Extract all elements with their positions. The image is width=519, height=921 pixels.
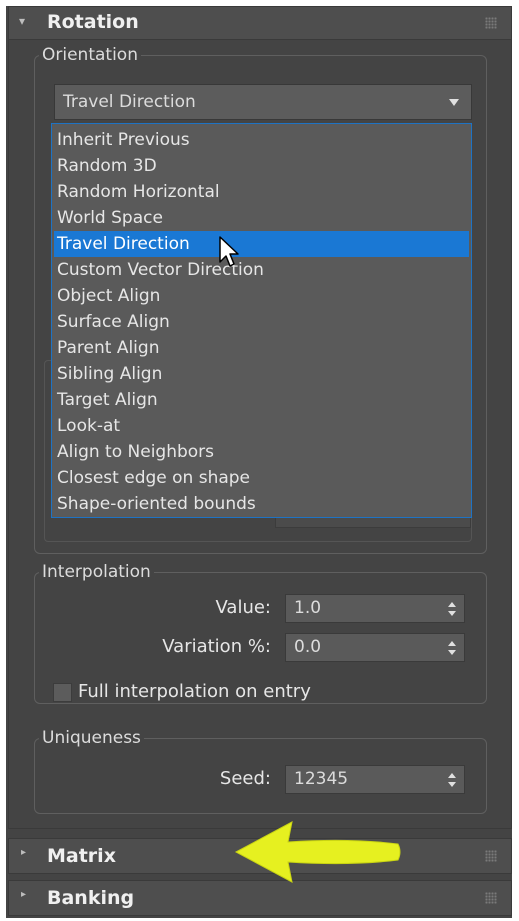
expand-triangle-icon: ▸: [21, 847, 27, 858]
value-input[interactable]: 1.0: [294, 598, 321, 618]
orientation-option[interactable]: Shape-oriented bounds: [54, 491, 469, 517]
seed-input[interactable]: 12345: [294, 769, 348, 789]
variation-spinner[interactable]: 0.0: [285, 633, 465, 662]
rotation-rollout-header[interactable]: ▾ Rotation: [8, 6, 512, 40]
full-interpolation-label[interactable]: Full interpolation on entry: [78, 681, 311, 702]
expand-triangle-icon: ▸: [21, 889, 27, 900]
mouse-cursor-icon: [219, 236, 239, 267]
banking-rollout-title: Banking: [47, 887, 135, 909]
value-label: Value:: [215, 597, 272, 618]
spinner-arrows-icon[interactable]: [448, 602, 456, 616]
dropdown-arrow-icon[interactable]: [449, 99, 459, 106]
orientation-dropdown-list[interactable]: Inherit Previous Random 3D Random Horizo…: [51, 123, 472, 518]
seed-spinner[interactable]: 12345: [285, 765, 465, 794]
grip-icon[interactable]: [485, 17, 497, 29]
orientation-option[interactable]: Closest edge on shape: [54, 465, 469, 491]
uniqueness-group-label: Uniqueness: [39, 728, 144, 748]
grip-icon[interactable]: [485, 850, 497, 862]
orientation-option[interactable]: Custom Vector Direction: [54, 257, 469, 283]
orientation-option[interactable]: Target Align: [54, 387, 469, 413]
spinner-arrows-icon[interactable]: [448, 641, 456, 655]
orientation-option[interactable]: Object Align: [54, 283, 469, 309]
orientation-option[interactable]: Random Horizontal: [54, 179, 469, 205]
orientation-option[interactable]: Inherit Previous: [54, 127, 469, 153]
orientation-option-selected[interactable]: Travel Direction: [54, 231, 469, 257]
orientation-option[interactable]: Parent Align: [54, 335, 469, 361]
orientation-option[interactable]: World Space: [54, 205, 469, 231]
orientation-option[interactable]: Look-at: [54, 413, 469, 439]
orientation-option[interactable]: Align to Neighbors: [54, 439, 469, 465]
rotation-rollout-title: Rotation: [47, 11, 139, 33]
value-spinner[interactable]: 1.0: [285, 594, 465, 623]
orientation-option[interactable]: Sibling Align: [54, 361, 469, 387]
orientation-combobox[interactable]: Travel Direction: [54, 84, 472, 120]
seed-label: Seed:: [219, 768, 271, 789]
matrix-rollout-title: Matrix: [47, 845, 116, 867]
orientation-selected-value: Travel Direction: [63, 92, 196, 112]
orientation-option[interactable]: Random 3D: [54, 153, 469, 179]
orientation-option[interactable]: Surface Align: [54, 309, 469, 335]
annotation-arrow-icon: [234, 821, 401, 883]
variation-input[interactable]: 0.0: [294, 637, 321, 657]
spinner-arrows-icon[interactable]: [448, 773, 456, 787]
collapse-triangle-icon: ▾: [19, 14, 26, 28]
grip-icon[interactable]: [485, 892, 497, 904]
interpolation-group-label: Interpolation: [39, 562, 154, 582]
variation-label: Variation %:: [162, 636, 271, 657]
full-interpolation-checkbox[interactable]: [53, 683, 72, 702]
orientation-group-label: Orientation: [39, 45, 141, 65]
